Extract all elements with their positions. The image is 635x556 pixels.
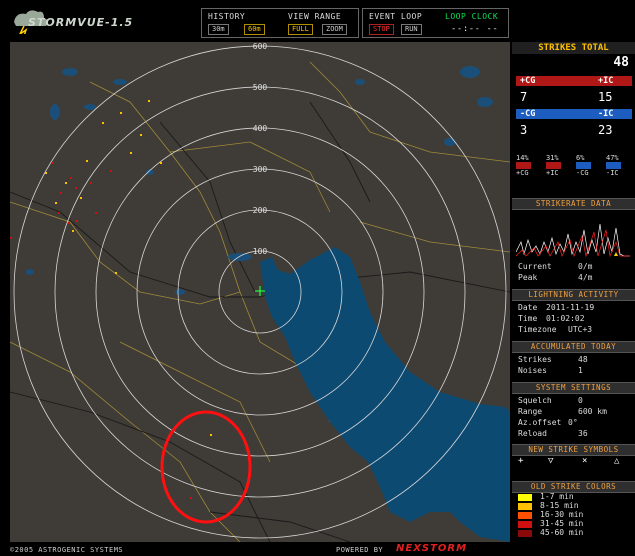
top-bar: STORMVUE-1.5 HISTORY VIEW RANGE 30m 60m …: [0, 0, 635, 42]
pic-count: 15: [598, 90, 613, 104]
timezone-value: UTC+3: [568, 325, 593, 334]
copyright-text: ©2005 ASTROGENIC SYSTEMS: [10, 546, 124, 554]
loop-clock-value: --:-- --: [451, 24, 499, 34]
color-swatch-3: [518, 512, 532, 519]
peak-label: Peak: [518, 273, 538, 282]
strikes-total-label: STRIKES TOTAL: [512, 42, 635, 54]
date-value: 2011-11-19: [546, 303, 595, 312]
positive-header: +CG +IC: [516, 76, 632, 86]
range-label-500: 500: [253, 83, 268, 92]
strike-markers: [10, 100, 212, 499]
station-crosshair-icon: [255, 286, 265, 296]
strikes-total-value: 48: [613, 55, 629, 70]
history-60m-button[interactable]: 60m: [244, 24, 265, 35]
current-value: 0/m: [578, 262, 593, 271]
accumulated-header: ACCUMULATED TODAY: [512, 341, 635, 353]
view-zoom-button[interactable]: ZOOM: [322, 24, 347, 35]
color-swatch-4: [518, 521, 532, 528]
time-value: 01:02:02: [546, 314, 585, 323]
color-swatch-5: [518, 530, 532, 537]
percent-bar-nic: 47% -IC: [606, 154, 621, 177]
pcg-count: 7: [520, 90, 528, 104]
symbol-cross-icon: ×: [582, 456, 588, 466]
range-label-100: 100: [253, 247, 268, 256]
symbol-triangle-down-icon: ▽: [548, 456, 554, 466]
lakes: [26, 66, 493, 295]
acc-noises-label: Noises: [518, 366, 547, 375]
water-body: [260, 247, 510, 542]
date-label: Date: [518, 303, 538, 312]
stop-button[interactable]: STOP: [369, 24, 394, 35]
negative-header: -CG -IC: [516, 109, 632, 119]
pic-label: +IC: [598, 76, 614, 86]
right-panel: STRIKES TOTAL 48 +CG +IC 7 15 -CG -IC 3 …: [512, 42, 635, 542]
pcg-label: +CG: [520, 76, 536, 86]
time-label: Time: [518, 314, 538, 323]
strikerate-header: STRIKERATE DATA: [512, 198, 635, 210]
reload-value: 36: [578, 429, 588, 438]
symbol-plus-icon: +: [518, 456, 524, 466]
reload-label: Reload: [518, 429, 547, 438]
range-value: 600 km: [578, 407, 607, 416]
color-swatch-2: [518, 503, 532, 510]
acc-strikes-value: 48: [578, 355, 588, 364]
view-range-label: VIEW RANGE: [288, 12, 342, 21]
range-label-200: 200: [253, 206, 268, 215]
ncg-count: 3: [520, 123, 528, 137]
settings-header: SYSTEM SETTINGS: [512, 382, 635, 394]
range-label-300: 300: [253, 165, 268, 174]
lightning-header: LIGHTNING ACTIVITY: [512, 289, 635, 301]
peak-value: 4/m: [578, 273, 593, 282]
ncg-label: -CG: [520, 109, 536, 119]
map-canvas: 600 500 400 300 200 100: [10, 42, 510, 542]
range-labels: 600 500 400 300 200 100: [253, 42, 268, 256]
history-30m-button[interactable]: 30m: [208, 24, 229, 35]
squelch-label: Squelch: [518, 396, 552, 405]
color-label-5: 45-60 min: [540, 528, 584, 537]
color-swatch-1: [518, 494, 532, 501]
range-label-600: 600: [253, 42, 268, 51]
timezone-label: Timezone: [518, 325, 557, 334]
history-label: HISTORY: [208, 12, 246, 21]
range-label: Range: [518, 407, 543, 416]
percent-bar-pcg: 14% +CG: [516, 154, 531, 177]
loop-clock-label: LOOP CLOCK: [445, 12, 499, 21]
acc-noises-value: 1: [578, 366, 583, 375]
strikerate-graph: [516, 212, 630, 258]
powered-by-text: POWERED BY: [336, 546, 384, 554]
app-title: STORMVUE-1.5: [28, 16, 134, 29]
radar-map[interactable]: 600 500 400 300 200 100: [10, 42, 510, 542]
history-view-panel: HISTORY VIEW RANGE 30m 60m FULL ZOOM: [201, 8, 359, 38]
percent-bars: 14% +CG 31% +IC 6% -CG 47% -IC: [514, 154, 635, 194]
symbol-triangle-up-icon: △: [614, 456, 620, 466]
event-loop-label: EVENT LOOP: [369, 12, 423, 21]
current-label: Current: [518, 262, 552, 271]
az-offset-label: Az.offset: [518, 418, 562, 427]
symbols-header: NEW STRIKE SYMBOLS: [512, 444, 635, 456]
nexstorm-brand: NEXSTORM: [396, 543, 468, 554]
az-offset-value: 0°: [568, 418, 578, 427]
squelch-value: 0: [578, 396, 583, 405]
view-full-button[interactable]: FULL: [288, 24, 313, 35]
nic-label: -IC: [598, 109, 614, 119]
percent-bar-ncg: 6% -CG: [576, 154, 591, 177]
nic-count: 23: [598, 123, 613, 137]
acc-strikes-label: Strikes: [518, 355, 552, 364]
run-button[interactable]: RUN: [401, 24, 422, 35]
percent-bar-pic: 31% +IC: [546, 154, 561, 177]
event-loop-panel: EVENT LOOP LOOP CLOCK STOP RUN --:-- --: [362, 8, 509, 38]
range-label-400: 400: [253, 124, 268, 133]
